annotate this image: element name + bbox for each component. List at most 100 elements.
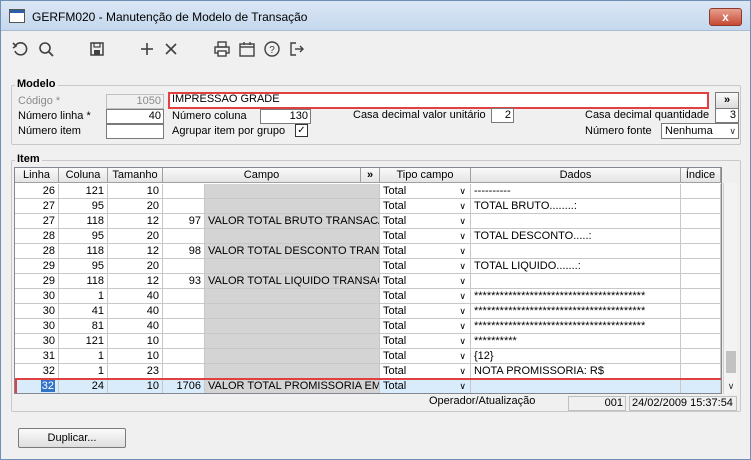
table-row[interactable]: 30 1 40 Total ∨ *****************************… <box>15 289 721 304</box>
table-row[interactable]: 30 121 10 Total ∨ ********** <box>15 334 721 349</box>
cell-coluna[interactable]: 95 <box>59 259 108 274</box>
cell-campo-id[interactable]: 93 <box>163 274 205 289</box>
cell-indice[interactable] <box>681 289 721 304</box>
close-button[interactable]: x <box>709 8 742 26</box>
cell-coluna[interactable]: 1 <box>59 349 108 364</box>
cell-linha[interactable]: 30 <box>15 304 59 319</box>
cell-campo[interactable] <box>205 199 380 214</box>
exit-icon[interactable] <box>288 40 306 58</box>
cell-campo[interactable]: VALOR TOTAL LIQUIDO TRANSACA <box>205 274 380 289</box>
cell-linha[interactable]: 26 <box>15 184 59 199</box>
chevron-down-icon[interactable]: ∨ <box>459 349 466 363</box>
cell-campo[interactable] <box>205 334 380 349</box>
cell-tamanho[interactable]: 10 <box>108 334 163 349</box>
cell-campo-id[interactable] <box>163 364 205 379</box>
cell-dados[interactable]: ********** <box>471 334 681 349</box>
help-icon[interactable]: ? <box>263 40 281 58</box>
cell-indice[interactable] <box>681 304 721 319</box>
header-dados[interactable]: Dados <box>471 168 681 183</box>
cell-dados[interactable]: TOTAL DESCONTO.....: <box>471 229 681 244</box>
cell-campo[interactable]: VALOR TOTAL DESCONTO TRANSA <box>205 244 380 259</box>
chevron-down-icon[interactable]: ∨ <box>459 244 466 258</box>
cell-linha[interactable]: 28 <box>15 229 59 244</box>
numero-fonte-select[interactable]: Nenhuma ∨ <box>661 123 739 139</box>
header-linha[interactable]: Linha <box>15 168 59 183</box>
cell-dados[interactable]: **************************************** <box>471 319 681 334</box>
cell-tamanho[interactable]: 10 <box>108 184 163 199</box>
cell-linha[interactable]: 27 <box>15 214 59 229</box>
header-indice[interactable]: Índice <box>681 168 721 183</box>
numero-linha-field[interactable]: 40 <box>106 109 164 124</box>
chevron-down-icon[interactable]: ∨ <box>459 184 466 198</box>
expand-button[interactable]: » <box>715 92 739 109</box>
chevron-down-icon[interactable]: ∨ <box>459 289 466 303</box>
cell-tamanho[interactable]: 10 <box>108 349 163 364</box>
cell-coluna[interactable]: 1 <box>59 364 108 379</box>
cell-campo-id[interactable] <box>163 289 205 304</box>
cell-coluna[interactable]: 1 <box>59 289 108 304</box>
cell-tipo[interactable]: Total ∨ <box>380 229 471 244</box>
cell-indice[interactable] <box>681 244 721 259</box>
cell-campo[interactable] <box>205 184 380 199</box>
cell-tamanho[interactable]: 40 <box>108 289 163 304</box>
cell-campo[interactable] <box>205 229 380 244</box>
cell-dados[interactable]: **************************************** <box>471 304 681 319</box>
table-row[interactable]: 30 81 40 Total ∨ ****************************… <box>15 319 721 334</box>
casa-qtd-field[interactable]: 3 <box>715 108 739 123</box>
cell-campo[interactable] <box>205 319 380 334</box>
cell-linha[interactable]: 28 <box>15 244 59 259</box>
calendar-icon[interactable] <box>238 40 256 58</box>
cell-coluna[interactable]: 121 <box>59 184 108 199</box>
cell-dados[interactable]: **************************************** <box>471 289 681 304</box>
cell-tamanho[interactable]: 12 <box>108 214 163 229</box>
undo-icon[interactable] <box>11 40 29 58</box>
cell-tipo[interactable]: Total ∨ <box>380 334 471 349</box>
chevron-down-icon[interactable]: ∨ <box>459 364 466 378</box>
cell-tamanho[interactable]: 20 <box>108 199 163 214</box>
cell-campo-id[interactable] <box>163 334 205 349</box>
table-row[interactable]: 30 41 40 Total ∨ ****************************… <box>15 304 721 319</box>
cell-campo-id[interactable] <box>163 259 205 274</box>
cell-tipo[interactable]: Total ∨ <box>380 289 471 304</box>
cell-dados[interactable]: TOTAL LIQUIDO.......: <box>471 259 681 274</box>
cell-tipo[interactable]: Total ∨ <box>380 199 471 214</box>
header-tamanho[interactable]: Tamanho <box>108 168 163 183</box>
cell-linha[interactable]: 29 <box>15 259 59 274</box>
cell-tamanho[interactable]: 23 <box>108 364 163 379</box>
scroll-down-icon[interactable]: ∨ <box>724 379 738 393</box>
table-row[interactable]: 31 1 10 Total ∨ {12} <box>15 349 721 364</box>
cell-tipo[interactable]: Total ∨ <box>380 349 471 364</box>
cell-coluna[interactable]: 95 <box>59 229 108 244</box>
table-row[interactable]: 29 95 20 Total ∨ TOTAL LIQUIDO.......: <box>15 259 721 274</box>
cell-campo-id[interactable] <box>163 319 205 334</box>
cell-campo-id[interactable]: 98 <box>163 244 205 259</box>
cell-campo[interactable] <box>205 364 380 379</box>
cell-dados[interactable]: NOTA PROMISSORIA: R$ <box>471 364 681 379</box>
chevron-down-icon[interactable]: ∨ <box>459 274 466 288</box>
cell-tamanho[interactable]: 10 <box>108 379 163 393</box>
cell-linha[interactable]: 30 <box>15 319 59 334</box>
cell-campo-id[interactable] <box>163 199 205 214</box>
cell-campo-id[interactable] <box>163 349 205 364</box>
cell-campo[interactable]: VALOR TOTAL PROMISSORIA EM A <box>205 379 380 393</box>
cell-linha[interactable]: 30 <box>15 289 59 304</box>
cell-dados[interactable] <box>471 244 681 259</box>
cell-coluna[interactable]: 24 <box>59 379 108 393</box>
cell-dados[interactable]: {12} <box>471 349 681 364</box>
cell-tipo[interactable]: Total ∨ <box>380 214 471 229</box>
cell-indice[interactable] <box>681 274 721 289</box>
table-row[interactable]: 26 121 10 Total ∨ ---------- <box>15 184 721 199</box>
table-row[interactable]: 27 95 20 Total ∨ TOTAL BRUTO........: <box>15 199 721 214</box>
search-icon[interactable] <box>37 40 55 58</box>
cell-campo[interactable]: VALOR TOTAL BRUTO TRANSACA <box>205 214 380 229</box>
cell-dados[interactable]: ---------- <box>471 184 681 199</box>
cell-indice[interactable] <box>681 334 721 349</box>
cell-campo[interactable] <box>205 349 380 364</box>
cell-linha[interactable]: 31 <box>15 349 59 364</box>
cell-dados[interactable] <box>471 379 681 393</box>
cell-dados[interactable]: TOTAL BRUTO........: <box>471 199 681 214</box>
chevron-down-icon[interactable]: ∨ <box>459 199 466 213</box>
cell-campo[interactable] <box>205 304 380 319</box>
header-tipo[interactable]: Tipo campo <box>380 168 471 183</box>
header-expand[interactable]: » <box>361 168 380 183</box>
